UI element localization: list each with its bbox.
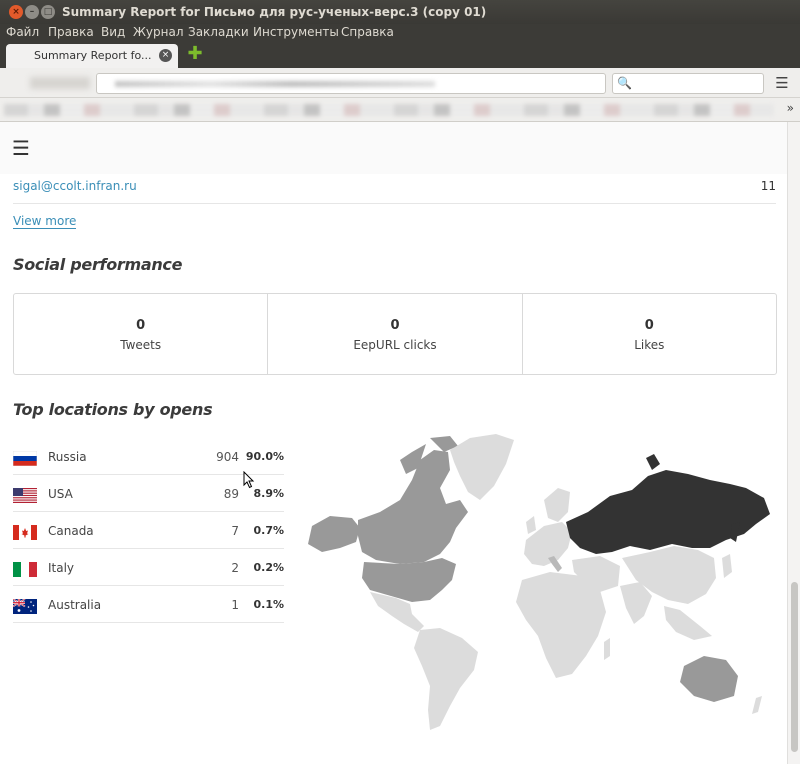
map-australia [680,656,738,702]
new-tab-icon[interactable]: ✚ [187,45,203,63]
search-input[interactable]: 🔍 [612,73,764,94]
map-alaska [308,516,360,552]
location-row: Russia 904 90.0% [13,438,284,475]
menu-file[interactable]: Файл [6,25,39,39]
location-opens: 904 [216,450,239,464]
map-madagascar [604,638,610,660]
tweets-label: Tweets [120,338,162,352]
browser-menu-icon[interactable]: ☰ [772,74,792,92]
window-maximize-button[interactable]: □ [41,5,55,19]
location-opens: 1 [231,598,239,612]
location-percent: 0.2% [253,561,284,574]
likes-count: 0 [644,318,654,333]
australia-flag-icon [13,599,37,614]
likes-label: Likes [634,338,665,352]
url-input[interactable] [96,73,606,94]
menu-edit[interactable]: Правка [48,25,94,39]
map-italy [548,556,562,572]
top-locations-heading: Top locations by opens [13,400,213,419]
url-text-blurred [115,81,435,87]
russia-flag-icon [13,451,37,466]
location-country: Italy [48,561,75,575]
location-opens: 7 [231,524,239,538]
location-country: USA [48,487,73,501]
tab-summary-report[interactable]: Summary Report fo... × [6,44,178,68]
map-africa [516,572,606,678]
menu-help[interactable]: Справка [341,25,394,39]
email-domain-row: sigal@ccolt.infran.ru 11 [13,174,776,204]
bookmarks-bar: » [0,98,800,122]
menu-bookmarks[interactable]: Закладки [188,25,249,39]
mouse-cursor-icon [243,471,255,489]
back-forward-buttons[interactable] [30,77,90,89]
bookmarks-blurred[interactable] [4,104,774,116]
tab-close-icon[interactable]: × [159,49,172,62]
email-link[interactable]: sigal@ccolt.infran.ru [13,179,137,193]
menu-bar: Файл Правка Вид Журнал Закладки Инструме… [0,24,800,42]
map-se-asia [664,606,712,640]
view-more-link[interactable]: View more [13,214,77,229]
tweets-count: 0 [136,318,146,333]
location-percent: 0.7% [253,524,284,537]
tab-label: Summary Report fo... [34,49,152,62]
location-row: Canada 7 0.7% [13,512,284,549]
page-header: ☰ [0,122,787,174]
map-russia [566,470,770,554]
window-title: Summary Report for Письмо для рус-ученых… [62,5,487,19]
map-new-zealand [752,696,762,714]
social-performance-heading: Social performance [13,255,183,274]
locations-list: Russia 904 90.0% USA 89 8.9% Canada 7 0.… [13,438,284,623]
menu-history[interactable]: Журнал [133,25,184,39]
location-country: Russia [48,450,87,464]
location-row: Italy 2 0.2% [13,549,284,586]
italy-flag-icon [13,562,37,577]
location-country: Canada [48,524,94,538]
menu-view[interactable]: Вид [101,25,125,39]
eepurl-clicks-label: EepURL clicks [353,338,437,352]
canada-flag-icon [13,525,37,540]
map-greenland [450,434,514,500]
page-menu-icon[interactable]: ☰ [12,138,30,158]
location-percent: 8.9% [253,487,284,500]
page-viewport: ☰ sigal@ccolt.infran.ru 11 View more Soc… [0,122,800,764]
map-scandinavia [544,488,570,522]
location-percent: 90.0% [245,450,284,463]
search-icon: 🔍 [617,76,632,90]
email-count: 11 [760,179,776,193]
social-performance-panel: 0 Tweets 0 EepURL clicks 0 Likes [13,293,777,375]
window-minimize-button[interactable]: – [25,5,39,19]
social-likes: 0 Likes [523,294,776,374]
window-titlebar: × – □ Summary Report for Письмо для рус-… [0,0,800,24]
social-tweets: 0 Tweets [14,294,269,374]
location-percent: 0.1% [253,598,284,611]
map-japan [722,554,732,578]
scrollbar-thumb[interactable] [791,582,798,752]
location-country: Australia [48,598,102,612]
location-opens: 89 [223,487,239,501]
location-opens: 2 [231,561,239,575]
usa-flag-icon [13,488,37,503]
tab-strip: Summary Report fo... × [0,42,800,68]
world-map [308,434,770,730]
eepurl-clicks-count: 0 [390,318,400,333]
navigation-bar: 🔍 ☰ [0,68,800,98]
window-close-button[interactable]: × [9,5,23,19]
map-south-america [414,628,478,730]
social-eepurl: 0 EepURL clicks [268,294,523,374]
page-scrollbar[interactable] [787,122,800,764]
location-row: Australia 1 0.1% [13,586,284,623]
bookmarks-overflow-icon[interactable]: » [787,101,794,115]
menu-tools[interactable]: Инструменты [253,25,339,39]
map-uk [526,516,536,534]
